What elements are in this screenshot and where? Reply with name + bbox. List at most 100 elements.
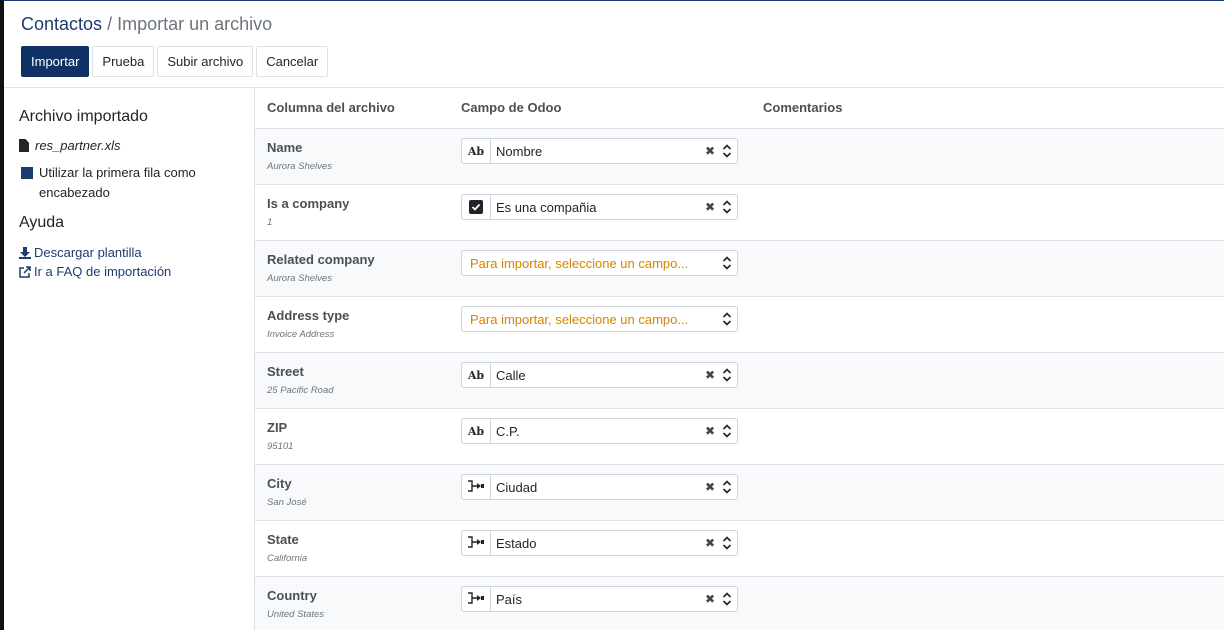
odoo-field-select[interactable]: País ✖ <box>461 586 738 612</box>
download-template-label: Descargar plantilla <box>34 245 142 260</box>
clear-icon[interactable]: ✖ <box>703 424 717 438</box>
odoo-field-select[interactable]: Ab Calle ✖ <box>461 362 738 388</box>
clear-icon[interactable]: ✖ <box>703 480 717 494</box>
column-sample-value: San José <box>267 497 307 508</box>
table-row: Is a company 1 Es una compañia ✖ <box>255 185 1224 241</box>
download-icon <box>19 246 31 259</box>
breadcrumb-separator: / <box>107 14 113 34</box>
select-arrows-icon[interactable] <box>717 479 737 495</box>
clear-icon[interactable]: ✖ <box>703 200 717 214</box>
column-name: State <box>267 532 299 547</box>
odoo-field-select[interactable]: Es una compañia ✖ <box>461 194 738 220</box>
column-name: Name <box>267 140 303 155</box>
column-name: Country <box>267 588 317 603</box>
select-arrows-icon[interactable] <box>717 143 737 159</box>
field-type-icon: Ab <box>462 139 491 163</box>
header-comments: Comentarios <box>763 100 843 115</box>
column-sample-value: United States <box>267 609 325 620</box>
relation-icon <box>467 535 485 551</box>
field-type-icon: Ab <box>462 419 491 443</box>
select-arrows-icon[interactable] <box>717 199 737 215</box>
checkbox-icon[interactable] <box>21 167 33 179</box>
select-arrows-icon[interactable] <box>717 311 737 327</box>
column-sample-value: 1 <box>267 217 273 228</box>
field-value: Ciudad <box>496 479 538 495</box>
table-row: Street 25 Pacific Road Ab Calle ✖ <box>255 353 1224 409</box>
select-arrows-icon[interactable] <box>717 367 737 383</box>
field-type-icon <box>462 587 491 611</box>
breadcrumb-contacts-link[interactable]: Contactos <box>21 14 102 34</box>
clear-icon[interactable]: ✖ <box>703 144 717 158</box>
imported-file-heading: Archivo importado <box>19 108 148 125</box>
field-type-icon <box>462 475 491 499</box>
toolbar: Importar Prueba Subir archivo Cancelar <box>21 46 329 77</box>
field-placeholder: Para importar, seleccione un campo... <box>470 311 689 327</box>
external-link-icon <box>19 265 31 278</box>
select-arrows-icon[interactable] <box>717 255 737 271</box>
field-value: Estado <box>496 535 537 551</box>
field-value: C.P. <box>496 423 520 439</box>
help-heading: Ayuda <box>19 214 65 231</box>
table-row: Address type Invoice Address Para importar… <box>255 297 1224 353</box>
file-icon <box>19 139 29 152</box>
relation-icon <box>467 591 485 607</box>
first-row-header-label: Utilizar la primera fila como encabezado <box>39 165 196 200</box>
column-sample-value: Aurora Shelves <box>267 273 332 284</box>
upload-file-button[interactable]: Subir archivo <box>157 46 254 77</box>
text-type-icon: Ab <box>467 424 485 438</box>
field-type-icon <box>462 195 491 219</box>
odoo-field-select[interactable]: Ab Nombre ✖ <box>461 138 738 164</box>
relation-icon <box>467 479 485 495</box>
table-row: Country United States País ✖ <box>255 577 1224 630</box>
file-name: res_partner.xls <box>35 138 121 153</box>
odoo-field-select[interactable]: Estado ✖ <box>461 530 738 556</box>
download-template-link[interactable]: Descargar plantilla <box>19 245 142 260</box>
checkbox-icon <box>469 200 483 214</box>
sidebar: Archivo importado res_partner.xls Utiliz… <box>4 88 255 630</box>
column-name: Address type <box>267 308 350 323</box>
column-name: Street <box>267 364 304 379</box>
header-odoo-field: Campo de Odoo <box>461 100 562 115</box>
column-sample-value: 25 Pacific Road <box>267 385 334 396</box>
first-row-header-option[interactable]: Utilizar la primera fila como encabezado <box>21 163 241 203</box>
column-sample-value: Invoice Address <box>267 329 335 340</box>
column-sample-value: Aurora Shelves <box>267 161 332 172</box>
table-row: City San José Ciudad ✖ <box>255 465 1224 521</box>
field-value: Nombre <box>496 143 543 159</box>
breadcrumb-current: Importar un archivo <box>117 14 273 34</box>
clear-icon[interactable]: ✖ <box>703 368 717 382</box>
odoo-field-select[interactable]: Ab C.P. ✖ <box>461 418 738 444</box>
column-name: Is a company <box>267 196 350 211</box>
import-faq-link[interactable]: Ir a FAQ de importación <box>19 264 171 279</box>
field-value: País <box>496 591 523 607</box>
column-sample-value: California <box>267 553 308 564</box>
column-name: ZIP <box>267 420 288 435</box>
clear-icon[interactable]: ✖ <box>703 592 717 606</box>
table-row: State California Estado ✖ <box>255 521 1224 577</box>
odoo-field-select[interactable]: Para importar, seleccione un campo... <box>461 306 738 332</box>
clear-icon[interactable]: ✖ <box>703 536 717 550</box>
odoo-field-select[interactable]: Para importar, seleccione un campo... <box>461 250 738 276</box>
table-header: Columna del archivo Campo de Odoo Coment… <box>255 88 1224 129</box>
breadcrumb: Contactos / Importar un archivo <box>21 14 272 35</box>
text-type-icon: Ab <box>467 368 485 382</box>
field-type-icon <box>462 531 491 555</box>
import-faq-label: Ir a FAQ de importación <box>34 264 172 279</box>
select-arrows-icon[interactable] <box>717 535 737 551</box>
select-arrows-icon[interactable] <box>717 423 737 439</box>
select-arrows-icon[interactable] <box>717 591 737 607</box>
test-button[interactable]: Prueba <box>92 46 155 77</box>
field-type-icon: Ab <box>462 363 491 387</box>
imported-file: res_partner.xls <box>19 138 121 153</box>
table-row: Related company Aurora Shelves Para import… <box>255 241 1224 297</box>
header-file-column: Columna del archivo <box>267 100 395 115</box>
field-value: Calle <box>496 367 526 383</box>
table-row: ZIP 95101 Ab C.P. ✖ <box>255 409 1224 465</box>
column-sample-value: 95101 <box>267 441 294 452</box>
odoo-field-select[interactable]: Ciudad ✖ <box>461 474 738 500</box>
column-mapping-table: Columna del archivo Campo de Odoo Coment… <box>255 88 1224 630</box>
cancel-button[interactable]: Cancelar <box>256 46 329 77</box>
text-type-icon: Ab <box>467 144 485 158</box>
table-row: Name Aurora Shelves Ab Nombre ✖ <box>255 129 1224 185</box>
import-button[interactable]: Importar <box>21 46 90 77</box>
